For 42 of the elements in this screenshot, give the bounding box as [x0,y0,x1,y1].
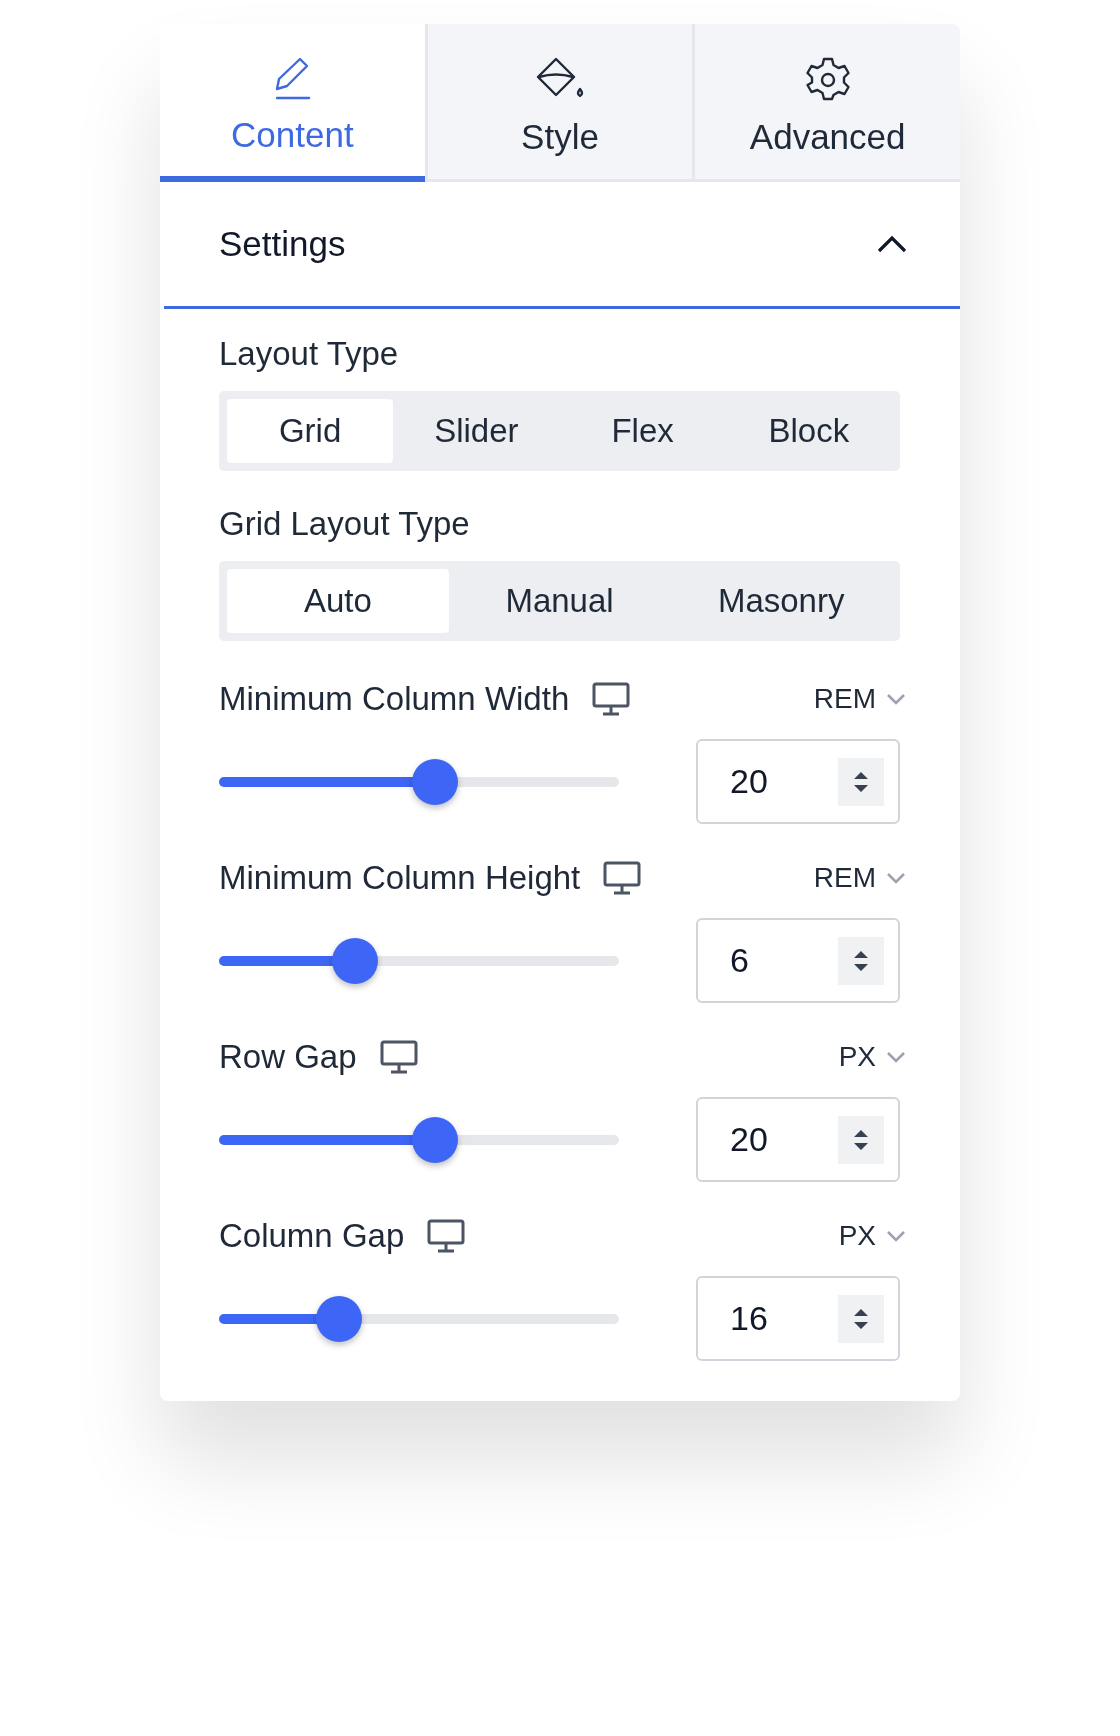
section-title: Settings [219,224,346,264]
monitor-icon[interactable] [378,1039,419,1075]
number-input[interactable]: 6 [696,918,900,1003]
stepper-icon[interactable] [838,936,884,985]
field-label: Layout Type [219,335,400,373]
field-label: Row Gap [219,1038,357,1076]
chevron-up-icon[interactable] [876,234,908,254]
unit-dropdown[interactable]: REM [813,862,906,894]
segment-option[interactable]: Grid [227,399,394,463]
chevron-down-icon [886,693,906,705]
unit-dropdown[interactable]: REM [813,683,906,715]
slider-thumb[interactable] [412,758,458,805]
monitor-icon[interactable] [602,860,643,896]
number-input[interactable]: 16 [696,1276,900,1361]
tab[interactable]: Advanced [692,24,960,182]
stepper-icon[interactable] [838,1115,884,1164]
slider-thumb[interactable] [412,1116,458,1163]
field-label: Minimum Column Height [219,859,581,897]
field-label: Grid Layout Type [219,505,471,543]
stepper-icon[interactable] [838,757,884,806]
number-input[interactable]: 20 [696,1097,900,1182]
monitor-icon[interactable] [426,1218,467,1254]
slider-thumb[interactable] [332,937,378,984]
segment-option[interactable]: Block [725,399,892,463]
segment-option[interactable]: Slider [393,399,560,463]
field-label: Minimum Column Width [219,680,570,718]
stepper-icon[interactable] [838,1294,884,1343]
tab[interactable]: Content [160,24,425,182]
segment-option[interactable]: Masonry [670,569,892,633]
monitor-icon[interactable] [591,681,632,717]
chevron-down-icon [886,1230,906,1242]
segment-option[interactable]: Manual [448,569,671,633]
unit-dropdown[interactable]: PX [838,1220,906,1252]
tab[interactable]: Style [424,24,693,182]
unit-dropdown[interactable]: PX [838,1041,906,1073]
number-input[interactable]: 20 [696,739,900,824]
field-label: Column Gap [219,1217,405,1255]
slider-thumb[interactable] [316,1295,362,1342]
chevron-down-icon [886,1051,906,1063]
segment-option[interactable]: Auto [227,569,449,633]
chevron-down-icon [886,872,906,884]
segment-option[interactable]: Flex [559,399,726,463]
